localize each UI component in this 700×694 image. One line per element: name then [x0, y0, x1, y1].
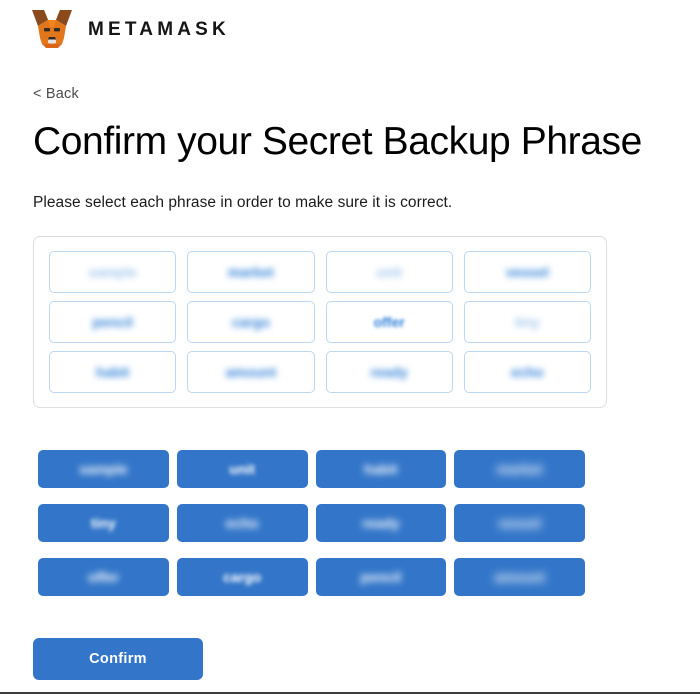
selected-phrase-word: unit	[376, 264, 402, 280]
word-bank-button[interactable]: vessel	[454, 504, 585, 542]
selected-phrase-word: echo	[511, 364, 544, 380]
word-bank-label: pencil	[361, 569, 401, 585]
word-bank-button[interactable]: habit	[316, 450, 447, 488]
selected-phrase-word: habit	[96, 364, 129, 380]
word-bank-label: unit	[229, 461, 255, 477]
selected-phrase-slot[interactable]: amount	[187, 351, 314, 393]
word-bank-label: ready	[362, 515, 399, 531]
selected-phrase-slot[interactable]: echo	[464, 351, 591, 393]
back-link[interactable]: < Back	[33, 86, 79, 102]
word-bank-button[interactable]: ready	[316, 504, 447, 542]
selected-phrase-word: pencil	[92, 314, 132, 330]
selected-phrase-word: ready	[370, 364, 407, 380]
word-bank-button[interactable]: cargo	[177, 558, 308, 596]
selected-phrase-slot[interactable]: vessel	[464, 251, 591, 293]
selected-phrase-word: cargo	[232, 314, 270, 330]
selected-phrase-word: tiny	[515, 314, 540, 330]
word-bank-button[interactable]: amount	[454, 558, 585, 596]
selected-phrase-slot[interactable]: cargo	[187, 301, 314, 343]
selected-phrase-slot[interactable]: unit	[326, 251, 453, 293]
word-bank-button[interactable]: sample	[38, 450, 169, 488]
selected-phrase-word: vessel	[506, 264, 549, 280]
word-bank-label: echo	[226, 515, 259, 531]
word-bank-button[interactable]: offer	[38, 558, 169, 596]
selected-phrase-slot[interactable]: tiny	[464, 301, 591, 343]
word-bank-label: amount	[494, 569, 545, 585]
selected-phrase-word: sample	[89, 264, 137, 280]
selected-phrase-slot[interactable]: offer	[326, 301, 453, 343]
selected-phrase-word: market	[228, 264, 274, 280]
word-bank-label: offer	[88, 569, 119, 585]
page-title: Confirm your Secret Backup Phrase	[33, 119, 642, 165]
selected-phrase-slot[interactable]: habit	[49, 351, 176, 393]
word-bank-button[interactable]: market	[454, 450, 585, 488]
selected-phrase-slot[interactable]: sample	[49, 251, 176, 293]
confirm-button[interactable]: Confirm	[33, 638, 203, 680]
word-bank-button[interactable]: pencil	[316, 558, 447, 596]
selected-phrase-word: offer	[374, 314, 405, 330]
word-bank-label: sample	[79, 461, 127, 477]
selected-phrase-panel: sample market unit vessel pencil cargo offer ti…	[33, 236, 607, 408]
metamask-fox-icon	[30, 8, 74, 50]
brand-name: METAMASK	[88, 20, 230, 39]
word-bank-label: cargo	[223, 569, 261, 585]
word-bank-button[interactable]: unit	[177, 450, 308, 488]
brand-header: METAMASK	[30, 8, 230, 50]
word-bank-button[interactable]: echo	[177, 504, 308, 542]
word-bank-label: tiny	[91, 515, 116, 531]
word-bank-label: vessel	[498, 515, 541, 531]
word-bank-label: habit	[364, 461, 397, 477]
page-subtitle: Please select each phrase in order to ma…	[33, 194, 452, 212]
selected-phrase-word: amount	[226, 364, 277, 380]
word-bank-button[interactable]: tiny	[38, 504, 169, 542]
word-bank-grid: sample unit habit market tiny echo ready vessel…	[38, 450, 585, 596]
selected-phrase-grid: sample market unit vessel pencil cargo offer ti…	[49, 251, 591, 393]
selected-phrase-slot[interactable]: ready	[326, 351, 453, 393]
selected-phrase-slot[interactable]: pencil	[49, 301, 176, 343]
word-bank-label: market	[497, 461, 543, 477]
selected-phrase-slot[interactable]: market	[187, 251, 314, 293]
